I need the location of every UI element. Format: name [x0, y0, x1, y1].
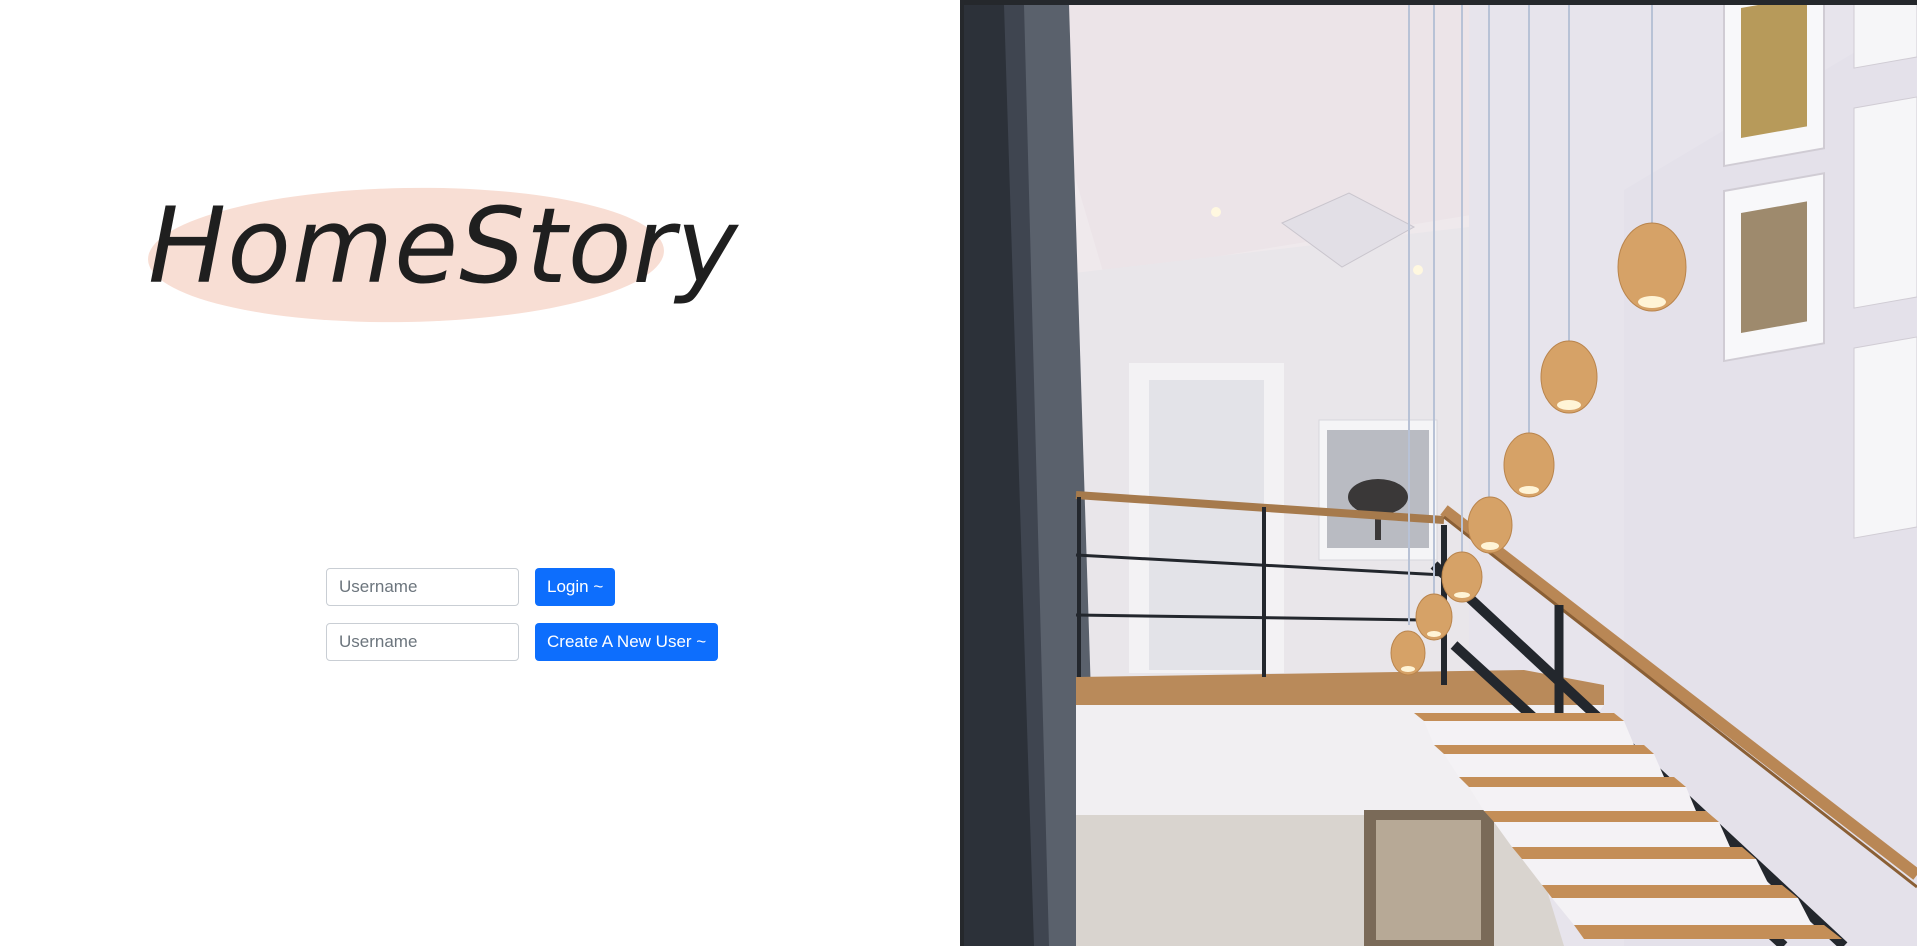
- register-row: Create A New User ~: [326, 623, 719, 661]
- staircase-photo: [964, 5, 1917, 946]
- auth-form: Login ~ Create A New User ~: [326, 568, 719, 678]
- brand-logo: HomeStory: [146, 183, 739, 327]
- hero-photo: [960, 0, 1917, 946]
- login-page: HomeStory Login ~ Create A New User ~: [0, 0, 1917, 946]
- staircase-illustration: [964, 5, 1917, 946]
- login-button[interactable]: Login ~: [535, 568, 616, 606]
- login-panel: HomeStory Login ~ Create A New User ~: [0, 0, 960, 946]
- create-user-button[interactable]: Create A New User ~: [535, 623, 719, 661]
- register-username-input[interactable]: [326, 623, 519, 661]
- brand-name: HomeStory: [148, 185, 739, 307]
- login-row: Login ~: [326, 568, 718, 606]
- login-username-input[interactable]: [326, 568, 519, 606]
